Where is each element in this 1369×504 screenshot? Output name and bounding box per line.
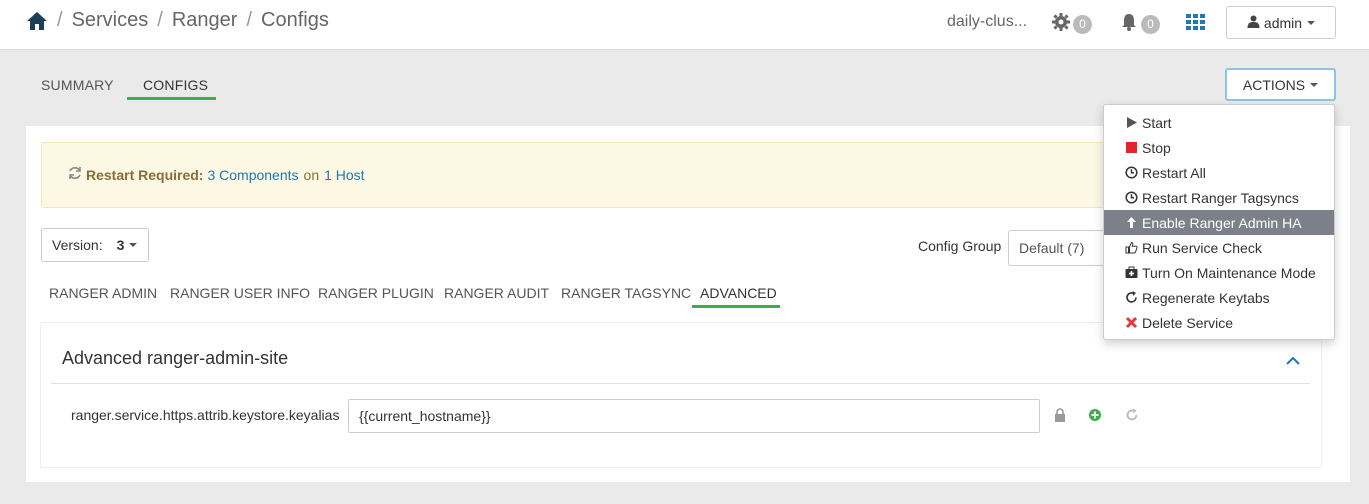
menu-item-label: Enable Ranger Admin HA [1142, 214, 1302, 231]
user-menu-button[interactable]: admin [1226, 6, 1336, 39]
breadcrumb: / Services / Ranger / Configs [26, 9, 329, 32]
breadcrumb-configs: Configs [261, 9, 329, 31]
menu-item-label: Regenerate Keytabs [1142, 289, 1270, 306]
version-dropdown[interactable]: Version: 3 [41, 228, 149, 262]
subtab-ranger-plugin[interactable]: RANGER PLUGIN [318, 285, 434, 301]
bell-icon [1119, 12, 1139, 37]
breadcrumb-services[interactable]: Services [72, 9, 149, 32]
menu-item-run-service-check[interactable]: Run Service Check [1104, 235, 1334, 260]
menu-item-label: Run Service Check [1142, 239, 1262, 256]
user-name: admin [1263, 14, 1303, 31]
config-group-label: Config Group [918, 238, 1002, 254]
subtab-advanced[interactable]: ADVANCED [700, 285, 777, 301]
property-value-input[interactable] [348, 399, 1040, 433]
version-label: Version: [52, 237, 103, 253]
caret-down-icon [129, 243, 138, 247]
breadcrumb-separator: / [157, 9, 163, 31]
play-icon [1125, 116, 1138, 129]
alerts-count-badge: 0 [1141, 15, 1160, 34]
components-link[interactable]: 3 Components [207, 167, 298, 183]
breadcrumb-separator: / [246, 9, 252, 31]
subtab-ranger-user-info[interactable]: RANGER USER INFO [170, 285, 310, 301]
top-navbar: / Services / Ranger / Configs daily-clus… [0, 0, 1369, 50]
menu-item-restart-ranger-tagsyncs[interactable]: Restart Ranger Tagsyncs [1104, 185, 1334, 210]
tab-configs[interactable]: CONFIGS [143, 77, 208, 93]
stop-icon [1125, 141, 1138, 154]
breadcrumb-separator: / [57, 9, 63, 31]
menu-item-enable-ranger-admin-ha[interactable]: Enable Ranger Admin HA [1104, 210, 1334, 235]
caret-down-icon [1310, 82, 1319, 87]
menu-item-turn-on-maintenance-mode[interactable]: Turn On Maintenance Mode [1104, 260, 1334, 285]
property-name: ranger.service.https.attrib.keystore.key… [71, 407, 340, 423]
arrow-up-icon [1125, 216, 1138, 229]
undo-icon[interactable] [1125, 408, 1139, 422]
version-value: 3 [116, 237, 125, 253]
lock-icon[interactable] [1053, 408, 1067, 422]
chevron-up-icon[interactable] [1286, 353, 1300, 365]
refresh-icon [68, 166, 86, 183]
medkit-icon [1125, 266, 1138, 279]
subtab-ranger-admin[interactable]: RANGER ADMIN [49, 285, 157, 301]
cluster-name[interactable]: daily-clus... [947, 13, 1027, 31]
menu-item-delete-service[interactable]: Delete Service [1104, 310, 1334, 335]
plus-circle-icon[interactable] [1088, 408, 1102, 422]
active-tab-indicator [127, 97, 216, 100]
advanced-section [40, 322, 1322, 468]
gear-icon [1051, 12, 1071, 37]
section-title[interactable]: Advanced ranger-admin-site [62, 348, 288, 369]
menu-item-stop[interactable]: Stop [1104, 135, 1334, 160]
menu-item-label: Stop [1142, 139, 1171, 156]
active-subtab-indicator [692, 305, 780, 308]
actions-dropdown-menu: Start Stop Restart All Restart Ranger Ta… [1103, 104, 1335, 340]
restart-required-alert: Restart Required: 3 Components on 1 Host [41, 142, 1191, 208]
thumbs-up-icon [1125, 241, 1138, 254]
menu-item-restart-all[interactable]: Restart All [1104, 160, 1334, 185]
section-divider [51, 383, 1310, 384]
menu-item-regenerate-keytabs[interactable]: Regenerate Keytabs [1104, 285, 1334, 310]
restart-required-label: Restart Required: [86, 166, 204, 183]
menu-item-label: Turn On Maintenance Mode [1142, 264, 1316, 281]
menu-item-label: Restart All [1142, 164, 1206, 181]
refresh-icon [1125, 291, 1138, 304]
menu-item-label: Start [1142, 114, 1172, 131]
clock-icon [1125, 166, 1138, 179]
user-icon [1247, 15, 1264, 31]
tab-summary[interactable]: SUMMARY [41, 77, 114, 93]
subtab-ranger-tagsync[interactable]: RANGER TAGSYNC [561, 285, 691, 301]
actions-button[interactable]: ACTIONS [1225, 68, 1336, 101]
menu-item-label: Delete Service [1142, 314, 1234, 331]
home-icon[interactable] [26, 10, 48, 32]
caret-down-icon [1307, 20, 1316, 25]
views-grid-icon[interactable] [1186, 14, 1206, 32]
config-group-select[interactable]: Default (7) [1008, 230, 1118, 266]
settings-ops-button[interactable]: 0 [1051, 12, 1092, 37]
menu-item-label: Restart Ranger Tagsyncs [1142, 189, 1299, 206]
alerts-button[interactable]: 0 [1119, 12, 1160, 37]
breadcrumb-ranger[interactable]: Ranger [172, 9, 238, 32]
menu-item-start[interactable]: Start [1104, 110, 1334, 135]
clock-icon [1125, 191, 1138, 204]
subtab-ranger-audit[interactable]: RANGER AUDIT [444, 285, 549, 301]
alert-on-text: on [303, 166, 320, 183]
remove-icon [1125, 316, 1138, 329]
ops-count-badge: 0 [1073, 15, 1092, 34]
actions-label: ACTIONS [1242, 76, 1306, 93]
hosts-link[interactable]: 1 Host [324, 167, 364, 183]
